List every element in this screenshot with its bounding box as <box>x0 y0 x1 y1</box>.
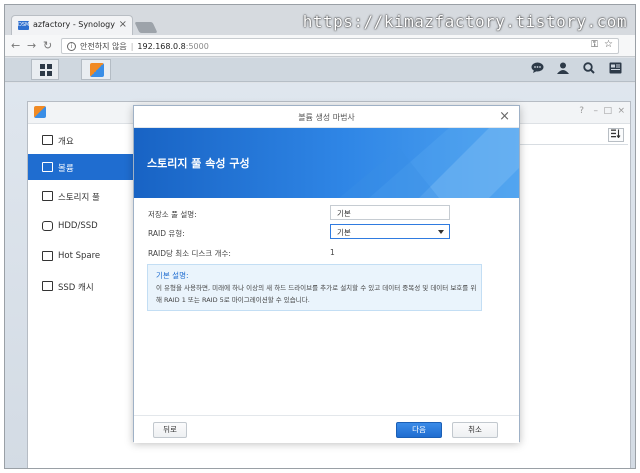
browser-tabbar: DSM azfactory - Synology DiskStation × h… <box>5 5 635 35</box>
bookmark-star-icon[interactable]: ☆ <box>604 39 613 50</box>
synology-favicon-icon: DSM <box>18 21 30 30</box>
back-arrow-icon[interactable]: ← <box>11 39 20 52</box>
cancel-button[interactable]: 취소 <box>452 422 498 438</box>
back-button[interactable]: 뒤로 <box>153 422 187 438</box>
description-text: 이 유형을 사용하면, 미래에 하나 이상의 새 하드 드라이브를 추가로 설치… <box>156 284 477 304</box>
ssd-cache-icon <box>42 281 53 291</box>
main-menu-button[interactable] <box>31 59 59 80</box>
address-separator: | <box>130 42 134 51</box>
grid-icon <box>40 64 52 76</box>
search-icon[interactable] <box>583 62 595 77</box>
user-icon[interactable] <box>557 62 569 77</box>
storage-manager-taskbar-button[interactable] <box>81 59 111 80</box>
raid-description-box: 기본 설명: 이 유형을 사용하면, 미래에 하나 이상의 새 하드 드라이브를… <box>147 264 482 311</box>
sidebar-item-label: SSD 캐시 <box>58 283 94 293</box>
overview-icon <box>42 135 53 145</box>
wizard-banner: 스토리지 풀 속성 구성 <box>134 128 519 198</box>
chevron-down-icon <box>438 230 444 234</box>
sidebar-item-label: 볼륨 <box>58 164 74 174</box>
sidebar-item-hot-spare[interactable]: Hot Spare <box>36 243 140 269</box>
close-icon[interactable]: × <box>617 106 625 116</box>
banner-decoration <box>339 128 519 198</box>
sidebar-item-volume[interactable]: 볼륨 <box>28 154 142 180</box>
sidebar: 개요 볼륨 스토리지 풀 HDD/SSD Hot Spare SSD 캐시 <box>28 124 142 468</box>
min-disks-value: 1 <box>330 248 335 257</box>
sidebar-item-hdd-ssd[interactable]: HDD/SSD <box>36 213 140 239</box>
raid-type-value: 기본 <box>337 228 351 237</box>
sidebar-item-label: Hot Spare <box>58 251 101 261</box>
address-text: 안전하지 않음 | 192.168.0.8:5000 <box>80 41 209 52</box>
tab-title: azfactory - Synology DiskStation <box>33 20 117 29</box>
list-sort-icon <box>611 129 621 139</box>
browser-tab[interactable]: DSM azfactory - Synology DiskStation × <box>11 15 133 35</box>
sidebar-item-ssd-cache[interactable]: SSD 캐시 <box>36 273 140 299</box>
wizard-title: 볼륨 생성 마법사 <box>298 113 355 122</box>
new-tab-button[interactable] <box>134 22 158 33</box>
key-icon[interactable]: ⚿ <box>591 40 598 50</box>
raid-type-select[interactable]: 기본 <box>330 224 450 239</box>
raid-type-label: RAID 유형: <box>148 229 185 238</box>
address-bar[interactable]: i 안전하지 않음 | 192.168.0.8:5000 ⚿ ☆ <box>61 38 619 54</box>
browser-navbar: ← → ↻ i 안전하지 않음 | 192.168.0.8:5000 ⚿ ☆ <box>5 35 635 57</box>
close-icon[interactable]: × <box>499 109 510 124</box>
reload-icon[interactable]: ↻ <box>43 39 52 52</box>
wizard-footer: 뒤로 다음 취소 <box>134 415 519 443</box>
chat-icon[interactable] <box>531 62 544 77</box>
storage-manager-icon <box>90 63 104 77</box>
security-label: 안전하지 않음 <box>80 42 127 51</box>
hdd-icon <box>42 221 53 231</box>
maximize-icon[interactable]: □ <box>603 106 612 116</box>
hot-spare-icon <box>42 251 53 261</box>
dsm-taskbar <box>5 58 635 82</box>
sidebar-item-label: 개요 <box>58 137 74 147</box>
help-icon[interactable]: ? <box>579 106 584 116</box>
url-port: :5000 <box>185 42 209 51</box>
list-view-button[interactable] <box>608 128 624 142</box>
watermark: https://kimazfactory.tistory.com <box>302 12 627 31</box>
wizard-step-title: 스토리지 풀 속성 구성 <box>147 157 250 170</box>
widgets-icon[interactable] <box>609 62 622 77</box>
sidebar-item-label: 스토리지 풀 <box>58 193 100 203</box>
minimize-icon[interactable]: – <box>594 106 599 116</box>
pool-description-input[interactable]: 기본 <box>330 205 450 220</box>
sidebar-item-label: HDD/SSD <box>58 221 98 231</box>
volume-creation-wizard: 볼륨 생성 마법사 × 스토리지 풀 속성 구성 저장소 풀 설명: 기본 RA… <box>133 105 520 443</box>
info-icon[interactable]: i <box>67 42 76 51</box>
forward-arrow-icon[interactable]: → <box>27 39 36 52</box>
wizard-titlebar[interactable]: 볼륨 생성 마법사 × <box>134 106 519 128</box>
close-icon[interactable]: × <box>119 19 127 30</box>
pool-description-label: 저장소 풀 설명: <box>148 210 197 219</box>
storage-pool-icon <box>42 191 53 201</box>
url-host: 192.168.0.8 <box>137 42 186 51</box>
sidebar-item-storage-pool[interactable]: 스토리지 풀 <box>36 183 140 209</box>
next-button[interactable]: 다음 <box>396 422 442 438</box>
min-disks-label: RAID당 최소 디스크 개수: <box>148 249 231 258</box>
description-title: 기본 설명: <box>156 271 189 280</box>
volume-icon <box>42 162 53 172</box>
sidebar-item-overview[interactable]: 개요 <box>36 127 140 153</box>
